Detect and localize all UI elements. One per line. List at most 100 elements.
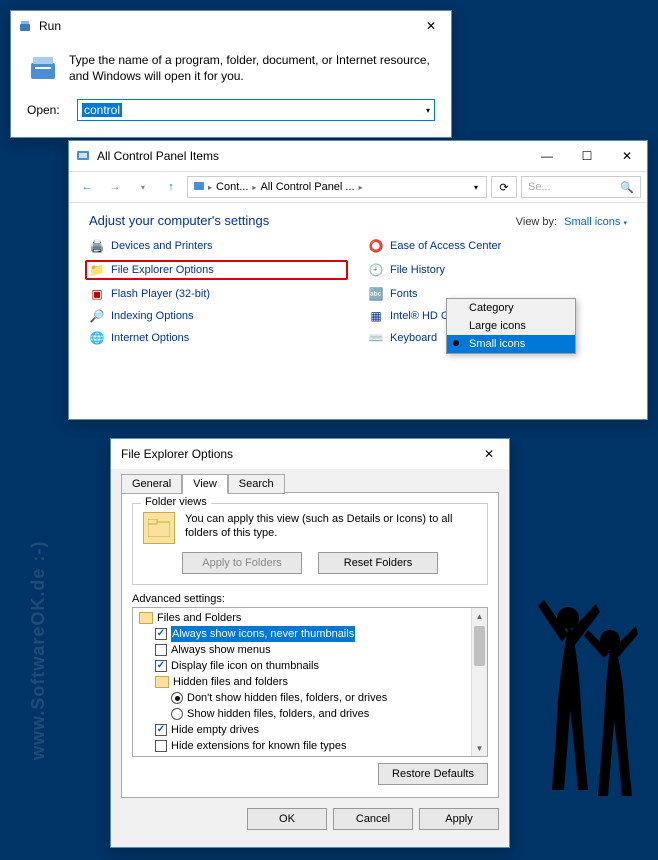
tree-node-hide-empty-drives[interactable]: Hide empty drives <box>133 722 487 738</box>
scroll-up-button[interactable]: ▲ <box>472 608 487 624</box>
cp-item-label: Indexing Options <box>111 310 194 322</box>
checkbox-icon[interactable] <box>155 628 167 640</box>
tree-node-display-file-icon[interactable]: Display file icon on thumbnails <box>133 658 487 674</box>
chevron-down-icon[interactable]: ▾ <box>474 183 478 192</box>
breadcrumb[interactable]: ▸ Cont... ▸ All Control Panel ... ▸ ▾ <box>187 176 487 198</box>
reset-folders-button[interactable]: Reset Folders <box>318 552 438 574</box>
viewby-control[interactable]: View by: Small icons ▾ <box>516 216 627 228</box>
intel-icon: ▦ <box>368 308 384 324</box>
chevron-right-icon[interactable]: ▸ <box>359 183 363 192</box>
tab-view[interactable]: View <box>182 474 228 494</box>
cp-titlebar[interactable]: All Control Panel Items ― ☐ ✕ <box>69 141 647 171</box>
cp-heading: Adjust your computer's settings <box>89 213 269 228</box>
run-open-label: Open: <box>27 103 67 117</box>
cp-item-label: Fonts <box>390 288 418 300</box>
chevron-down-icon[interactable]: ▾ <box>426 106 430 115</box>
run-close-button[interactable]: ✕ <box>411 11 451 41</box>
search-icon: 🔍 <box>620 181 634 194</box>
file-explorer-options-dialog: File Explorer Options ✕ General View Sea… <box>110 438 510 848</box>
checkbox-icon[interactable] <box>155 724 167 736</box>
tree-node-show-hidden[interactable]: Show hidden files, folders, and drives <box>133 706 487 722</box>
run-dialog: Run ✕ Type the name of a program, folder… <box>10 10 452 138</box>
checkbox-icon[interactable] <box>155 660 167 672</box>
cp-close-button[interactable]: ✕ <box>607 141 647 171</box>
apply-button[interactable]: Apply <box>419 808 499 830</box>
cp-item-label: File Explorer Options <box>111 264 214 276</box>
tree-node-hide-extensions[interactable]: Hide extensions for known file types <box>133 738 487 754</box>
tree-label: Hide empty drives <box>171 722 259 738</box>
tree-node-hidden-files[interactable]: Hidden files and folders <box>133 674 487 690</box>
cp-item-devices-printers[interactable]: 🖨️Devices and Printers <box>89 238 348 254</box>
tree-node-files-folders[interactable]: Files and Folders <box>133 610 487 626</box>
nav-forward-button[interactable]: → <box>103 175 127 199</box>
run-titlebar[interactable]: Run ✕ <box>11 11 451 41</box>
run-open-combobox[interactable]: control ▾ <box>77 99 435 121</box>
scrollbar[interactable]: ▲ ▼ <box>471 608 487 756</box>
tree-node-always-show-icons[interactable]: Always show icons, never thumbnails <box>133 626 487 642</box>
crumb-seg-2[interactable]: All Control Panel ... <box>258 181 356 193</box>
globe-icon: 🌐 <box>89 330 105 346</box>
cp-item-label: Ease of Access Center <box>390 240 501 252</box>
chevron-right-icon[interactable]: ▸ <box>252 183 256 192</box>
radio-icon[interactable] <box>171 692 183 704</box>
checkbox-icon[interactable] <box>155 756 167 757</box>
tree-node-always-show-menus[interactable]: Always show menus <box>133 642 487 658</box>
scroll-down-button[interactable]: ▼ <box>472 740 487 756</box>
cp-minimize-button[interactable]: ― <box>527 141 567 171</box>
control-panel-window: All Control Panel Items ― ☐ ✕ ← → ▾ ↑ ▸ … <box>68 140 648 420</box>
cp-item-label: Internet Options <box>111 332 189 344</box>
cp-item-ease-of-access[interactable]: ⭕Ease of Access Center <box>368 238 627 254</box>
scroll-thumb[interactable] <box>474 626 485 666</box>
feo-close-button[interactable]: ✕ <box>469 439 509 469</box>
radio-icon[interactable] <box>171 708 183 720</box>
cp-item-internet-options[interactable]: 🌐 Internet Options <box>89 330 348 346</box>
cp-item-flash-player[interactable]: ▣Flash Player (32-bit) <box>89 286 348 302</box>
feo-titlebar[interactable]: File Explorer Options ✕ <box>111 439 509 469</box>
advanced-settings-tree[interactable]: Files and Folders Always show icons, nev… <box>132 607 488 757</box>
restore-defaults-button[interactable]: Restore Defaults <box>378 763 488 785</box>
run-description: Type the name of a program, folder, docu… <box>69 53 435 85</box>
cp-item-file-history[interactable]: 🕘File History <box>368 260 627 280</box>
tree-label: Always show icons, never thumbnails <box>171 626 355 642</box>
run-open-value: control <box>82 103 122 117</box>
search-input[interactable]: Se... 🔍 <box>521 176 641 198</box>
checkbox-icon[interactable] <box>155 644 167 656</box>
folder-views-label: Folder views <box>141 496 211 508</box>
cp-item-label: Keyboard <box>390 332 437 344</box>
folder-icon <box>143 512 175 544</box>
viewby-label: View by: <box>516 216 557 228</box>
viewby-menu-small-icons[interactable]: Small icons <box>447 335 575 353</box>
viewby-menu-large-icons[interactable]: Large icons <box>447 317 575 335</box>
viewby-menu-category[interactable]: Category <box>447 299 575 317</box>
watermark-side: www.SoftwareOK.de :-) <box>28 541 49 760</box>
viewby-menu: Category Large icons Small icons <box>446 298 576 354</box>
nav-back-button[interactable]: ← <box>75 175 99 199</box>
tree-node-dont-show-hidden[interactable]: Don't show hidden files, folders, or dri… <box>133 690 487 706</box>
cp-maximize-button[interactable]: ☐ <box>567 141 607 171</box>
checkbox-icon[interactable] <box>155 740 167 752</box>
cancel-button[interactable]: Cancel <box>333 808 413 830</box>
feo-view-pane: Folder views You can apply this view (su… <box>121 492 499 798</box>
crumb-seg-1[interactable]: Cont... <box>214 181 250 193</box>
cp-item-indexing-options[interactable]: 🔎Indexing Options <box>89 308 348 324</box>
keyboard-icon: ⌨️ <box>368 330 384 346</box>
flash-icon: ▣ <box>89 286 105 302</box>
tree-node-hide-merge-conflicts[interactable]: Hide folder merge conflicts <box>133 754 487 757</box>
nav-history-button[interactable]: ▾ <box>131 175 155 199</box>
tree-label: Always show menus <box>171 642 271 658</box>
menu-item-label: Small icons <box>469 338 525 350</box>
chevron-right-icon[interactable]: ▸ <box>208 183 212 192</box>
tree-label: Display file icon on thumbnails <box>171 658 319 674</box>
folder-icon <box>139 612 153 624</box>
menu-item-label: Category <box>469 302 514 314</box>
tab-general[interactable]: General <box>121 474 182 494</box>
folder-options-icon: 📁 <box>89 262 105 278</box>
ok-button[interactable]: OK <box>247 808 327 830</box>
tree-label: Hide folder merge conflicts <box>171 754 301 757</box>
feo-title: File Explorer Options <box>117 447 469 461</box>
cp-item-file-explorer-options[interactable]: 📁 File Explorer Options <box>85 260 348 280</box>
folder-views-text: You can apply this view (such as Details… <box>185 512 477 541</box>
refresh-button[interactable]: ⟳ <box>491 176 517 198</box>
nav-up-button[interactable]: ↑ <box>159 175 183 199</box>
tab-search[interactable]: Search <box>228 474 285 494</box>
